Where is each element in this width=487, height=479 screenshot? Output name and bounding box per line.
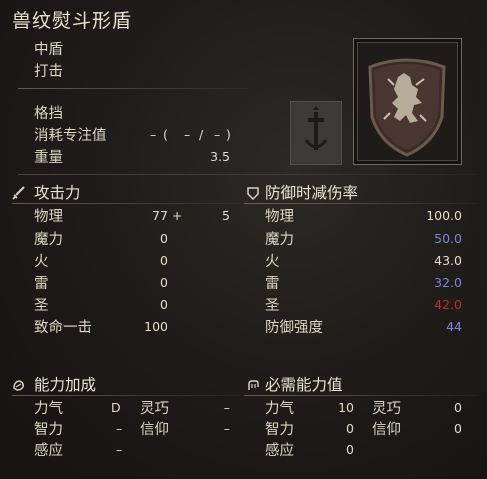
guard-fire-value: 43.0 [434,253,462,268]
guard-magic-label: 魔力 [265,232,294,248]
fp-cost-value-2: ( [163,127,168,142]
scaling-str-label: 力气 [34,401,63,417]
scaling-arc-label: 感应 [34,443,63,459]
scaling-int-label: 智力 [34,422,63,438]
item-name: 兽纹熨斗形盾 [12,10,133,32]
attack-magic-value: 0 [160,231,168,246]
guard-lightning-label: 雷 [265,276,280,292]
attribute-requirement-icon [248,380,259,390]
fp-cost-value-4: / [199,127,204,142]
shield-icon [368,58,446,157]
scaling-arc-value: – [116,442,123,457]
shield-image-frame [353,38,462,165]
scaling-dex-value: – [223,400,230,415]
guard-holy-value: 42.0 [434,297,462,312]
attribute-scaling-icon [13,380,24,391]
req-str-value: 10 [338,400,354,415]
guard-boost-label: 防御强度 [265,320,323,336]
attack-title: 攻击力 [34,184,81,202]
req-str-label: 力气 [265,401,294,417]
attack-lightning-value: 0 [160,275,168,290]
guard-fire-label: 火 [265,254,280,270]
scaling-fai-value: – [223,421,230,436]
guard-physical-value: 100.0 [426,208,462,223]
req-fai-value: 0 [454,421,462,436]
fp-cost-value-3: – [184,127,191,142]
attack-sword-icon [12,186,25,200]
skill-name: 格挡 [34,106,63,122]
attack-critical-label: 致命一击 [34,320,92,336]
req-arc-value: 0 [346,442,354,457]
attack-physical-value: 77 + [152,208,183,223]
guard-magic-value: 50.0 [434,231,462,246]
attack-holy-value: 0 [160,297,168,312]
sword-emblem-icon [293,104,339,162]
req-int-label: 智力 [265,422,294,438]
attack-magic-label: 魔力 [34,232,63,248]
scaling-dex-label: 灵巧 [140,401,169,417]
guard-holy-label: 圣 [265,298,280,314]
weight-value: 3.5 [210,149,230,164]
fp-cost-value-6: ) [226,127,231,142]
fp-cost-label: 消耗专注值 [34,128,107,144]
fp-cost-value-5: – [214,127,221,142]
req-arc-label: 感应 [265,443,294,459]
attack-physical-label: 物理 [34,209,63,225]
attack-holy-label: 圣 [34,298,49,314]
weight-label: 重量 [34,150,63,166]
attack-type: 打击 [34,64,63,80]
req-dex-label: 灵巧 [372,401,401,417]
guard-boost-value: 44 [446,319,462,334]
req-dex-value: 0 [454,400,462,415]
attack-lightning-label: 雷 [34,276,49,292]
scaling-int-value: – [116,421,123,436]
attack-fire-label: 火 [34,254,49,270]
scaling-title: 能力加成 [34,376,97,394]
guard-physical-label: 物理 [265,209,294,225]
item-type: 中盾 [34,42,63,58]
guard-lightning-value: 32.0 [434,275,462,290]
ash-of-war-slot[interactable] [290,101,342,165]
guard-shield-icon [247,187,259,200]
guard-title: 防御时减伤率 [265,184,359,202]
fp-cost-value-1: – [150,127,157,142]
req-int-value: 0 [346,421,354,436]
attack-fire-value: 0 [160,253,168,268]
attack-physical-extra: 5 [222,208,230,223]
req-fai-label: 信仰 [372,422,401,438]
attack-critical-value: 100 [144,319,168,334]
requirements-title: 必需能力值 [265,376,343,394]
scaling-str-value: D [111,400,121,415]
scaling-fai-label: 信仰 [140,422,169,438]
